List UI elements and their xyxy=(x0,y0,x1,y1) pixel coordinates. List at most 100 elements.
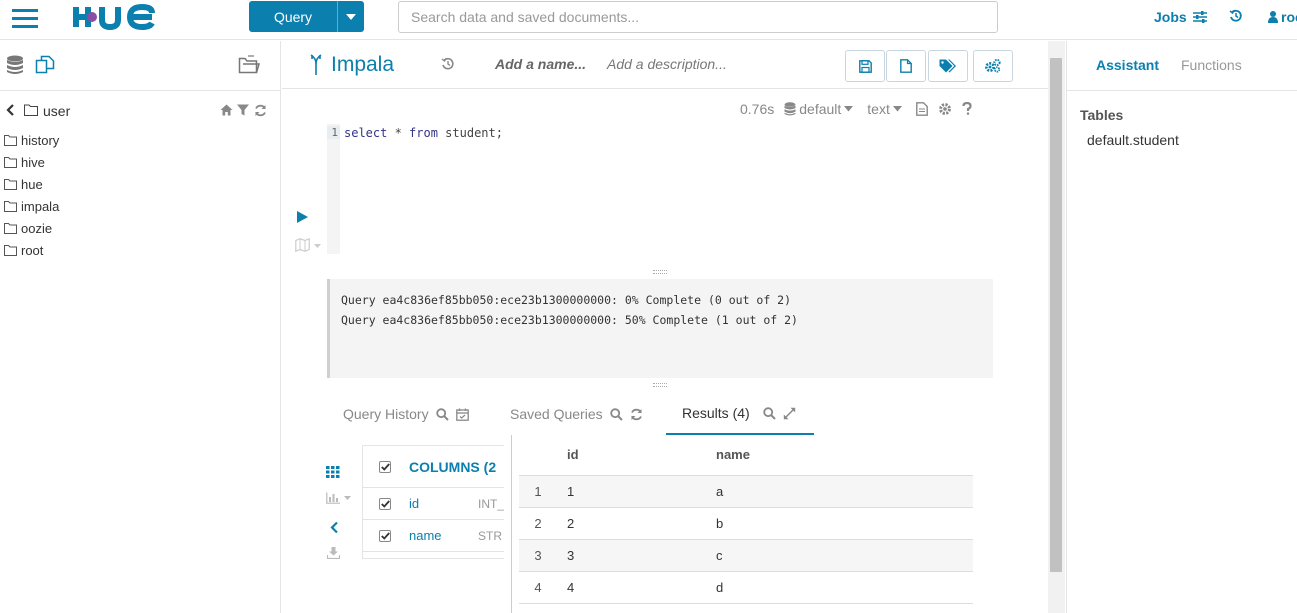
table-row[interactable]: 4 4 d xyxy=(519,571,973,604)
snippet-title: Impala xyxy=(331,53,395,76)
column-header[interactable]: name xyxy=(716,435,973,476)
sliders-icon xyxy=(1192,11,1207,23)
global-search-input[interactable] xyxy=(398,1,998,33)
new-document-button[interactable] xyxy=(886,50,926,82)
database-icon xyxy=(784,102,796,116)
grid-view-icon[interactable] xyxy=(326,466,340,478)
column-checkbox[interactable] xyxy=(379,529,391,542)
results-grid: id name 1 1 a 2 2 b 3 3 c 4 4 d xyxy=(519,435,973,604)
format-selector[interactable]: text xyxy=(867,101,902,117)
folder-item-hue[interactable]: hue xyxy=(0,173,280,195)
table-row[interactable]: 3 3 c xyxy=(519,539,973,572)
run-query-icon[interactable] xyxy=(297,211,308,223)
database-icon[interactable] xyxy=(6,55,24,75)
column-name[interactable]: name xyxy=(409,528,442,543)
save-button[interactable] xyxy=(845,50,885,82)
expand-icon[interactable] xyxy=(783,407,796,420)
query-button-label: Query xyxy=(273,8,313,25)
save-icon xyxy=(858,59,872,73)
query-description-input[interactable]: Add a description... xyxy=(607,56,727,72)
log-line: Query ea4c836ef85bb050:ece23b1300000000:… xyxy=(341,313,798,327)
row-number: 3 xyxy=(519,539,557,572)
execution-time: 0.76s xyxy=(740,101,775,117)
column-name[interactable]: id xyxy=(409,496,419,511)
folder-item-root[interactable]: root xyxy=(0,239,280,261)
left-panel-toolbar xyxy=(0,41,280,91)
table-row[interactable]: 1 1 a xyxy=(519,475,973,508)
editor-scrollbar-thumb[interactable] xyxy=(1050,58,1062,572)
file-browser-path: user xyxy=(0,91,280,129)
query-dropdown-caret-icon[interactable] xyxy=(338,13,364,20)
gear-icon[interactable] xyxy=(938,102,952,116)
caret-down-icon xyxy=(844,106,854,112)
current-path-name: user xyxy=(43,103,71,119)
search-icon[interactable] xyxy=(762,406,776,420)
editor-resize-handle[interactable] xyxy=(327,270,993,276)
format-name: text xyxy=(867,101,890,117)
document-icon[interactable] xyxy=(915,102,928,116)
hue-logo[interactable] xyxy=(72,3,172,31)
history-icon[interactable] xyxy=(1229,9,1243,23)
editor-meta-bar: 0.76s default text xyxy=(740,101,972,117)
column-type: INT_ xyxy=(478,496,504,511)
folder-icon xyxy=(4,200,17,212)
folder-name: oozie xyxy=(21,220,53,236)
sql-code[interactable]: select * from student; xyxy=(344,126,503,140)
back-chevron-icon[interactable] xyxy=(6,104,15,116)
table-row[interactable]: 2 2 b xyxy=(519,507,973,540)
tags-button[interactable] xyxy=(928,50,968,82)
download-icon[interactable] xyxy=(327,547,340,559)
explain-map-icon[interactable] xyxy=(295,238,323,252)
filter-icon[interactable] xyxy=(237,104,249,116)
search-icon[interactable] xyxy=(609,407,623,421)
tables-heading: Tables xyxy=(1080,107,1124,123)
folder-item-hive[interactable]: hive xyxy=(0,151,280,173)
table-link-default-student[interactable]: default.student xyxy=(1087,132,1179,148)
columns-panel: COLUMNS (2 id INT_ name STR xyxy=(362,445,504,559)
folder-name: impala xyxy=(21,198,60,214)
tags-icon xyxy=(939,59,957,73)
tab-assistant[interactable]: Assistant xyxy=(1096,57,1159,73)
folder-item-history[interactable]: history xyxy=(0,129,280,151)
chart-view-icon[interactable] xyxy=(326,492,354,504)
row-number: 2 xyxy=(519,507,557,540)
table-cell: 4 xyxy=(557,571,716,604)
refresh-icon[interactable] xyxy=(254,104,267,117)
tab-functions[interactable]: Functions xyxy=(1181,57,1242,73)
calendar-icon[interactable] xyxy=(455,408,469,421)
help-icon[interactable] xyxy=(962,102,972,116)
tab-results[interactable]: Results (4) xyxy=(666,393,814,435)
tab-saved-queries[interactable]: Saved Queries xyxy=(510,393,643,435)
folder-item-impala[interactable]: impala xyxy=(0,195,280,217)
tab-label: Query History xyxy=(343,406,429,422)
jobs-button[interactable]: Jobs xyxy=(1154,9,1207,25)
home-icon[interactable] xyxy=(220,104,233,116)
column-header[interactable]: id xyxy=(557,435,716,476)
user-menu[interactable]: roo xyxy=(1268,9,1297,25)
refresh-icon[interactable] xyxy=(630,408,643,421)
query-button[interactable]: Query xyxy=(249,1,364,32)
settings-button[interactable] xyxy=(973,50,1013,82)
folder-item-oozie[interactable]: oozie xyxy=(0,217,280,239)
jobs-label: Jobs xyxy=(1154,9,1187,25)
search-icon[interactable] xyxy=(435,407,449,421)
folder-name: hive xyxy=(21,154,45,170)
collapse-columns-chevron-icon[interactable] xyxy=(330,521,339,534)
documents-icon[interactable] xyxy=(35,55,55,75)
snippet-history-icon[interactable] xyxy=(441,57,455,71)
tab-query-history[interactable]: Query History xyxy=(343,393,469,435)
right-panel-tabs: Assistant Functions xyxy=(1067,41,1297,91)
query-name-input[interactable]: Add a name... xyxy=(495,56,586,72)
select-all-columns-checkbox[interactable] xyxy=(379,460,391,473)
folder-name: history xyxy=(21,132,60,148)
table-cell: 3 xyxy=(557,539,716,572)
hamburger-menu-icon[interactable] xyxy=(12,8,40,30)
gears-icon xyxy=(985,59,1001,73)
column-checkbox[interactable] xyxy=(379,497,391,510)
folder-icon xyxy=(24,104,38,116)
folder-name: hue xyxy=(21,176,43,192)
database-selector[interactable]: default xyxy=(784,101,854,117)
log-resize-handle[interactable] xyxy=(327,383,993,389)
columns-splitter[interactable] xyxy=(511,435,512,613)
open-folder-icon[interactable] xyxy=(238,55,260,75)
